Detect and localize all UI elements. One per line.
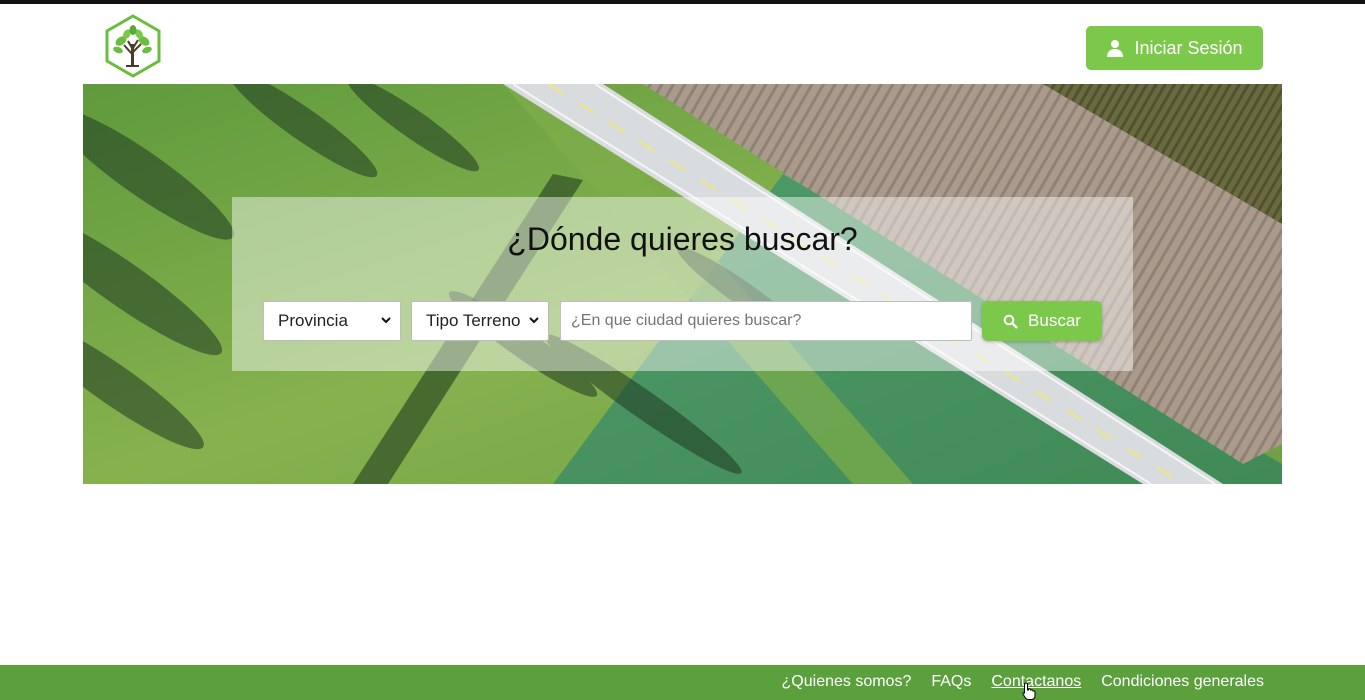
city-search-input[interactable] [560,301,972,341]
login-button-label: Iniciar Sesión [1134,37,1243,58]
footer-link-about[interactable]: ¿Quienes somos? [782,673,912,691]
tree-hexagon-logo-icon[interactable] [104,14,162,78]
terrain-type-select-value: Tipo Terreno [426,311,521,330]
search-button[interactable]: Buscar [982,301,1102,341]
user-icon [1107,40,1124,57]
hero-banner-image: ¿Dónde quieres buscar? Provincia Tipo Te… [83,84,1282,484]
footer-link-terms[interactable]: Condiciones generales [1101,673,1264,691]
chevron-down-icon [381,317,391,324]
search-button-label: Buscar [1028,311,1081,330]
login-button[interactable]: Iniciar Sesión [1086,26,1263,70]
footer-link-faqs[interactable]: FAQs [931,673,971,691]
site-footer: ¿Quienes somos? FAQs Contactanos Condici… [0,665,1365,700]
site-header: Iniciar Sesión [0,4,1365,84]
search-title: ¿Dónde quieres buscar? [507,221,858,257]
province-select[interactable]: Provincia [263,301,401,341]
search-panel: ¿Dónde quieres buscar? Provincia Tipo Te… [232,197,1133,371]
province-select-value: Provincia [278,311,348,330]
footer-link-contact[interactable]: Contactanos [991,673,1081,691]
chevron-down-icon [529,317,539,324]
hand-cursor-icon [1022,682,1036,700]
search-icon [1003,314,1018,329]
terrain-type-select[interactable]: Tipo Terreno [411,301,549,341]
